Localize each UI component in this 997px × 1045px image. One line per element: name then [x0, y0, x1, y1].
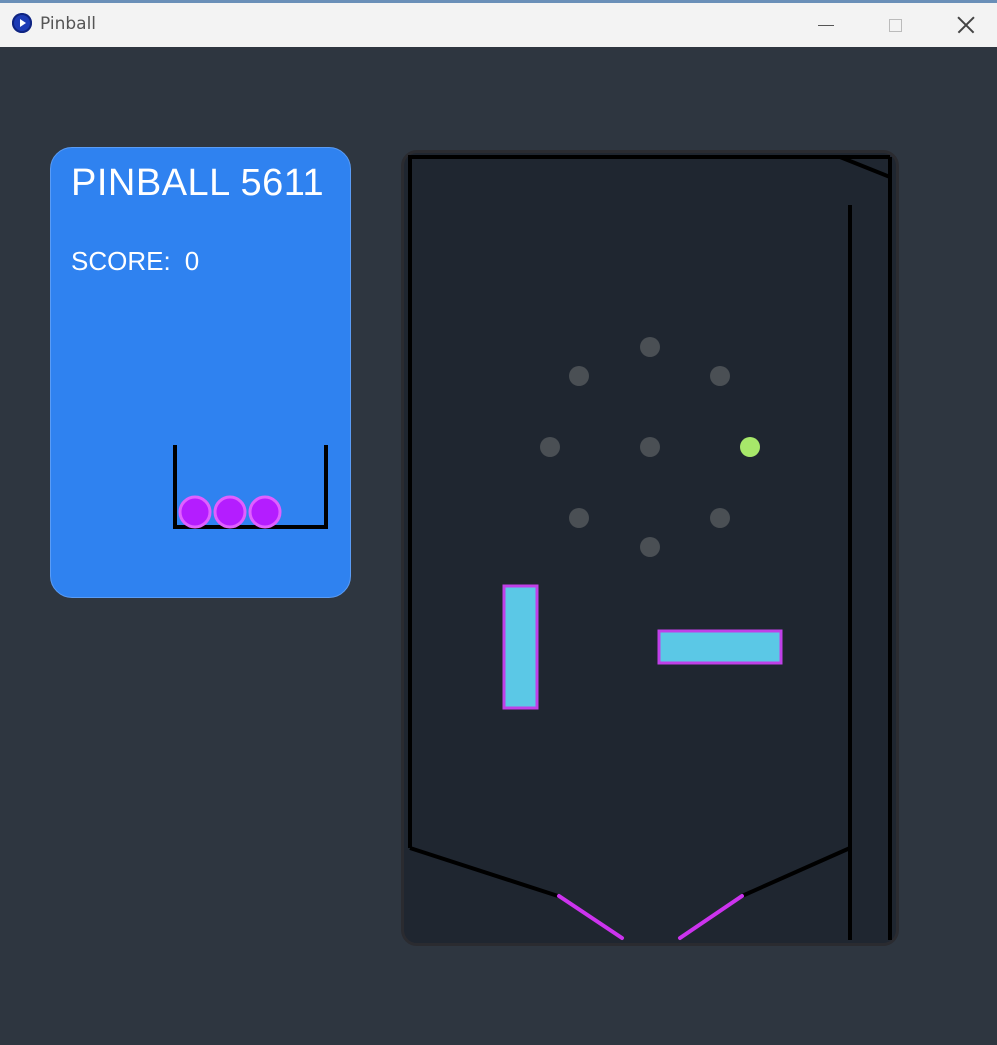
close-button[interactable] — [937, 3, 995, 47]
game-title: PINBALL 5611 — [71, 162, 325, 204]
score-label: SCORE: — [71, 246, 171, 276]
window-title: Pinball — [40, 14, 97, 34]
score-panel: PINBALL 5611 SCORE: 0 — [50, 147, 351, 598]
title-bar: Pinball — [0, 0, 997, 47]
app-icon — [12, 13, 32, 33]
maximize-button[interactable] — [866, 3, 924, 47]
close-icon — [957, 16, 975, 34]
score-display: SCORE: 0 — [71, 246, 199, 277]
maximize-icon — [888, 18, 902, 32]
minimize-button[interactable] — [797, 3, 855, 47]
score-value: 0 — [184, 246, 200, 276]
playfield[interactable] — [401, 150, 899, 946]
minimize-icon — [818, 24, 834, 26]
